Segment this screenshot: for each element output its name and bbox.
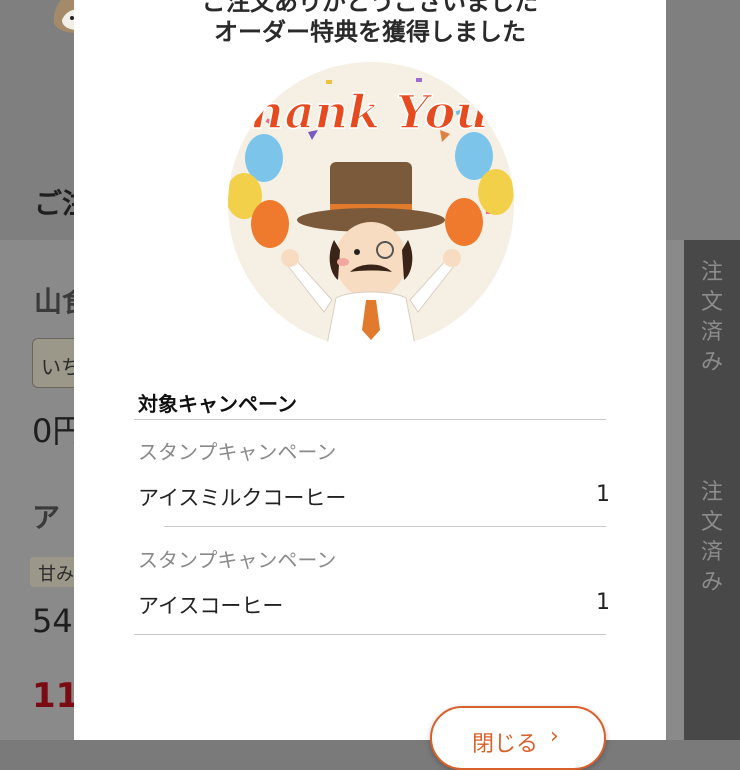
thank-you-illustration: Thank You ! (226, 62, 516, 348)
order-benefit-modal: ご注文ありがとうございました オーダー特典を獲得しました Thank You !… (74, 0, 666, 770)
ordered-status-label: 注文済み (700, 260, 723, 375)
background-item-name: ア (32, 501, 61, 534)
divider (134, 634, 606, 635)
campaign-section-header: 対象キャンペーン (138, 392, 297, 416)
campaign-item-name: アイスミルクコーヒー (138, 486, 347, 510)
campaign-label: スタンプキャンペーン (138, 548, 337, 572)
campaign-item-quantity: 1 (596, 590, 610, 615)
chevron-right-icon: › (550, 724, 559, 749)
thank-you-text: Thank You ! (226, 85, 516, 139)
divider (164, 526, 606, 527)
background-total-price: 11 (32, 676, 80, 716)
ordered-status-label: 注文済み (700, 480, 723, 595)
close-button-label: 閉じる (472, 732, 539, 757)
modal-title-benefit: オーダー特典を獲得しました (214, 18, 526, 46)
background-price-2: 54 (32, 602, 73, 640)
campaign-label: スタンプキャンペーン (138, 440, 337, 464)
campaign-item-name: アイスコーヒー (138, 594, 284, 618)
campaign-item-quantity: 1 (596, 482, 610, 507)
divider (134, 419, 606, 420)
close-button[interactable]: 閉じる › (430, 706, 606, 770)
